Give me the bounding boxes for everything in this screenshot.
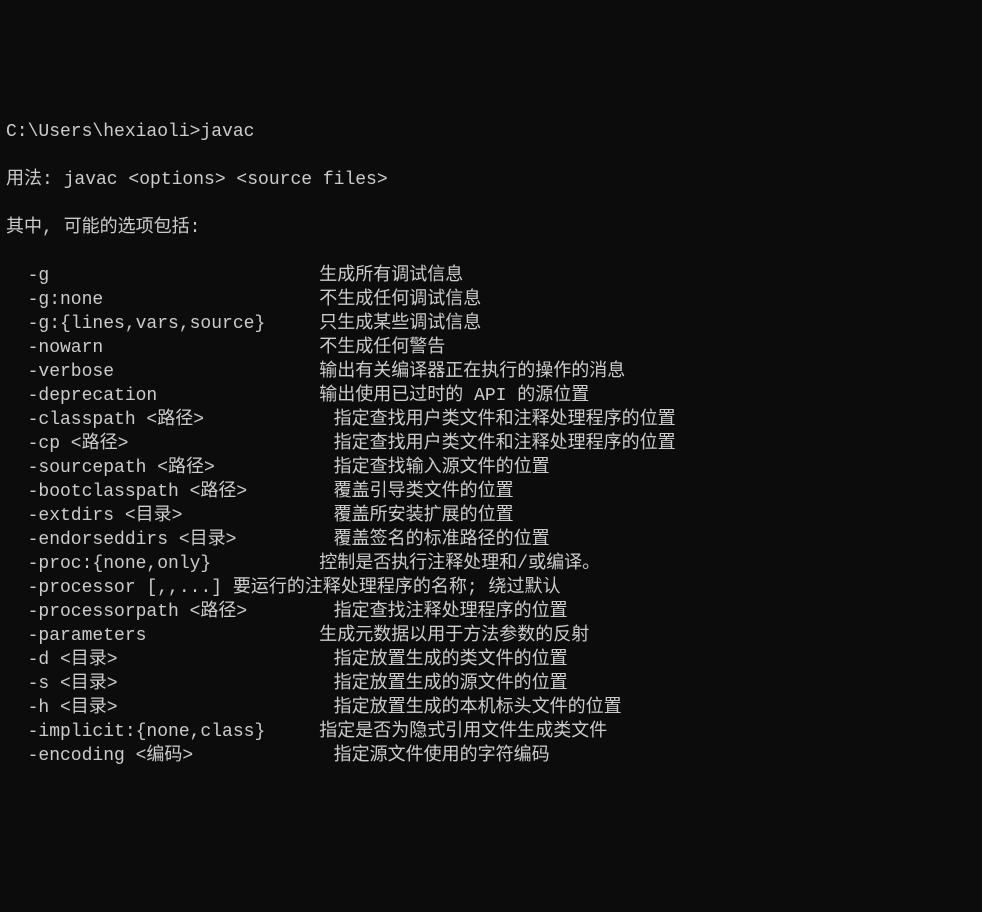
option-line: -bootclasspath <路径> 覆盖引导类文件的位置 xyxy=(6,480,982,504)
terminal-output[interactable]: C:\Users\hexiaoli>javac 用法: javac <optio… xyxy=(6,96,982,792)
option-desc: 指定查找用户类文件和注释处理程序的位置 xyxy=(334,410,676,430)
option-flag: -g:{lines,vars,source} xyxy=(6,314,319,334)
option-line: -h <目录> 指定放置生成的本机标头文件的位置 xyxy=(6,696,982,720)
option-flag: -d <目录> xyxy=(6,650,334,670)
option-line: -g:none 不生成任何调试信息 xyxy=(6,288,982,312)
option-flag: -parameters xyxy=(6,626,319,646)
option-desc: 不生成任何调试信息 xyxy=(319,290,481,310)
option-desc: 指定放置生成的类文件的位置 xyxy=(334,650,568,670)
option-flag: -classpath <路径> xyxy=(6,410,334,430)
option-flag: -bootclasspath <路径> xyxy=(6,482,334,502)
option-desc: 控制是否执行注释处理和/或编译。 xyxy=(319,554,600,574)
where-line: 其中, 可能的选项包括: xyxy=(6,216,982,240)
option-line: -classpath <路径> 指定查找用户类文件和注释处理程序的位置 xyxy=(6,408,982,432)
option-flag: -sourcepath <路径> xyxy=(6,458,334,478)
option-flag: -endorseddirs <目录> xyxy=(6,530,334,550)
option-flag: -encoding <编码> xyxy=(6,746,334,766)
option-line: -extdirs <目录> 覆盖所安装扩展的位置 xyxy=(6,504,982,528)
option-desc: 生成元数据以用于方法参数的反射 xyxy=(319,626,589,646)
option-line: -cp <路径> 指定查找用户类文件和注释处理程序的位置 xyxy=(6,432,982,456)
option-desc: 指定放置生成的本机标头文件的位置 xyxy=(334,698,622,718)
option-desc: 指定放置生成的源文件的位置 xyxy=(334,674,568,694)
option-desc: 只生成某些调试信息 xyxy=(319,314,481,334)
option-flag: -processor [,,...] xyxy=(6,578,233,598)
option-flag: -deprecation xyxy=(6,386,319,406)
option-flag: -cp <路径> xyxy=(6,434,334,454)
option-flag: -verbose xyxy=(6,362,319,382)
option-flag: -proc:{none,only} xyxy=(6,554,319,574)
option-flag: -nowarn xyxy=(6,338,319,358)
option-line: -g 生成所有调试信息 xyxy=(6,264,982,288)
option-desc: 指定源文件使用的字符编码 xyxy=(334,746,550,766)
option-desc: 覆盖引导类文件的位置 xyxy=(334,482,514,502)
option-desc: 输出使用已过时的 API 的源位置 xyxy=(319,386,589,406)
option-line: -s <目录> 指定放置生成的源文件的位置 xyxy=(6,672,982,696)
option-desc: 指定查找注释处理程序的位置 xyxy=(334,602,568,622)
option-flag: -extdirs <目录> xyxy=(6,506,334,526)
option-line: -proc:{none,only} 控制是否执行注释处理和/或编译。 xyxy=(6,552,982,576)
option-line: -encoding <编码> 指定源文件使用的字符编码 xyxy=(6,744,982,768)
option-desc: 指定查找用户类文件和注释处理程序的位置 xyxy=(334,434,676,454)
option-line: -sourcepath <路径> 指定查找输入源文件的位置 xyxy=(6,456,982,480)
option-line: -deprecation 输出使用已过时的 API 的源位置 xyxy=(6,384,982,408)
option-line: -processor [,,...] 要运行的注释处理程序的名称; 绕过默认 xyxy=(6,576,982,600)
option-line: -processorpath <路径> 指定查找注释处理程序的位置 xyxy=(6,600,982,624)
option-desc: 输出有关编译器正在执行的操作的消息 xyxy=(319,362,625,382)
option-line: -g:{lines,vars,source} 只生成某些调试信息 xyxy=(6,312,982,336)
option-desc: 指定查找输入源文件的位置 xyxy=(334,458,550,478)
option-flag: -s <目录> xyxy=(6,674,334,694)
option-desc: 生成所有调试信息 xyxy=(319,266,463,286)
option-line: -parameters 生成元数据以用于方法参数的反射 xyxy=(6,624,982,648)
option-line: -implicit:{none,class} 指定是否为隐式引用文件生成类文件 xyxy=(6,720,982,744)
option-line: -d <目录> 指定放置生成的类文件的位置 xyxy=(6,648,982,672)
option-flag: -g xyxy=(6,266,319,286)
option-line: -verbose 输出有关编译器正在执行的操作的消息 xyxy=(6,360,982,384)
option-desc: 指定是否为隐式引用文件生成类文件 xyxy=(319,722,607,742)
option-desc: 要运行的注释处理程序的名称; 绕过默认 xyxy=(233,578,561,598)
option-desc: 覆盖签名的标准路径的位置 xyxy=(334,530,550,550)
prompt-line: C:\Users\hexiaoli>javac xyxy=(6,120,982,144)
option-line: -nowarn 不生成任何警告 xyxy=(6,336,982,360)
usage-line: 用法: javac <options> <source files> xyxy=(6,168,982,192)
option-flag: -implicit:{none,class} xyxy=(6,722,319,742)
option-flag: -h <目录> xyxy=(6,698,334,718)
option-desc: 覆盖所安装扩展的位置 xyxy=(334,506,514,526)
option-flag: -processorpath <路径> xyxy=(6,602,334,622)
option-desc: 不生成任何警告 xyxy=(319,338,445,358)
option-flag: -g:none xyxy=(6,290,319,310)
option-line: -endorseddirs <目录> 覆盖签名的标准路径的位置 xyxy=(6,528,982,552)
